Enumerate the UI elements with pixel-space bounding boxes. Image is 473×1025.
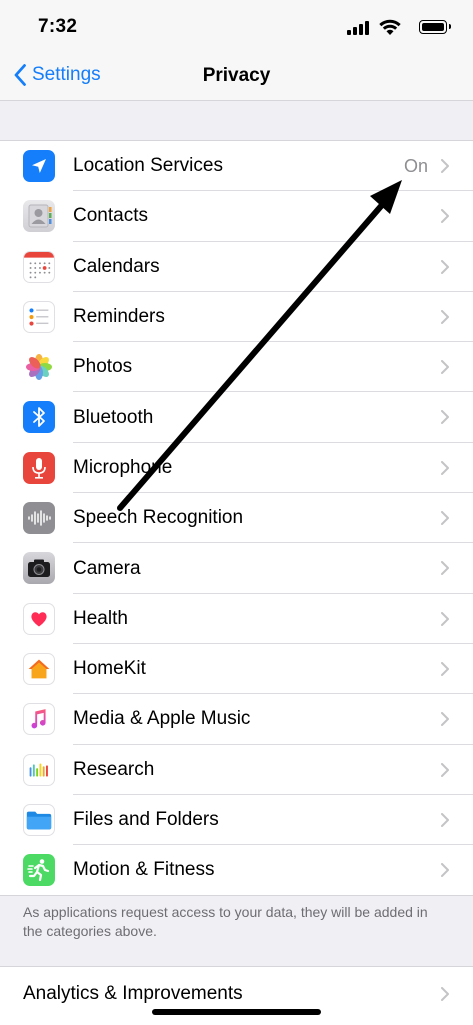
chevron-right-icon (441, 712, 449, 727)
row-location-services[interactable]: Location Services On (0, 141, 473, 192)
status-time: 7:32 (38, 16, 78, 37)
status-bar: 7:32 (0, 0, 473, 56)
row-label: Photos (73, 356, 133, 378)
chevron-right-icon (441, 762, 449, 777)
privacy-list: Location Services On Contacts Calendars … (0, 140, 473, 897)
chevron-right-icon (441, 987, 449, 1001)
wifi-icon (379, 19, 401, 35)
contacts-icon (23, 200, 55, 233)
row-label: Location Services (73, 155, 223, 177)
row-analytics-improvements[interactable]: Analytics & Improvements (0, 966, 473, 1025)
running-figure-icon (23, 854, 55, 887)
microphone-icon (23, 451, 55, 484)
row-homekit[interactable]: HomeKit (0, 644, 473, 695)
status-icons (341, 18, 451, 38)
row-bluetooth[interactable]: Bluetooth (0, 392, 473, 443)
row-label: Bluetooth (73, 406, 154, 428)
cellular-signal-icon (347, 21, 371, 35)
row-photos[interactable]: Photos (0, 342, 473, 393)
row-research[interactable]: Research (0, 745, 473, 795)
reminders-icon (23, 300, 55, 333)
research-icon (23, 753, 55, 786)
row-label: Microphone (73, 456, 173, 478)
row-label: Reminders (73, 306, 165, 328)
folder-icon (23, 803, 55, 836)
location-arrow-icon (23, 150, 55, 182)
row-speech-recognition[interactable]: Speech Recognition (0, 493, 473, 544)
row-microphone[interactable]: Microphone (0, 443, 473, 494)
chevron-right-icon (441, 209, 449, 224)
chevron-right-icon (441, 812, 449, 827)
chevron-right-icon (441, 360, 449, 375)
chevron-right-icon (441, 259, 449, 274)
row-label: Analytics & Improvements (23, 983, 243, 1004)
row-label: Calendars (73, 255, 160, 277)
chevron-right-icon (441, 460, 449, 475)
row-camera[interactable]: Camera (0, 543, 473, 594)
chevron-right-icon (441, 863, 449, 878)
home-indicator[interactable] (152, 1009, 321, 1015)
heart-icon (23, 602, 55, 635)
row-health[interactable]: Health (0, 594, 473, 644)
row-label: Files and Folders (73, 809, 219, 830)
row-label: Media & Apple Music (73, 708, 251, 730)
row-label: Health (73, 607, 128, 629)
row-reminders[interactable]: Reminders (0, 292, 473, 343)
section-footer-note: As applications request access to your d… (23, 904, 428, 939)
chevron-right-icon (441, 611, 449, 626)
photos-icon (23, 351, 55, 384)
chevron-right-icon (441, 410, 449, 425)
row-label: Speech Recognition (73, 507, 244, 529)
row-label: Research (73, 758, 155, 780)
home-icon (23, 652, 55, 685)
page-title: Privacy (202, 65, 271, 86)
row-calendars[interactable]: Calendars (0, 242, 473, 292)
row-label: HomeKit (73, 658, 146, 680)
row-label: Motion & Fitness (73, 859, 215, 881)
row-motion-fitness[interactable]: Motion & Fitness (0, 845, 473, 895)
row-detail-value: On (403, 155, 428, 176)
speech-waveform-icon (23, 502, 55, 535)
row-media-apple-music[interactable]: Media & Apple Music (0, 694, 473, 745)
navigation-bar: Settings Privacy (0, 56, 473, 101)
camera-icon (23, 552, 55, 585)
chevron-right-icon (441, 661, 449, 676)
row-label: Contacts (73, 205, 148, 227)
music-note-icon (23, 703, 55, 736)
row-contacts[interactable]: Contacts (0, 191, 473, 242)
chevron-right-icon (441, 511, 449, 526)
chevron-right-icon (441, 309, 449, 324)
battery-icon (419, 20, 451, 34)
chevron-right-icon (441, 159, 449, 173)
bluetooth-icon (23, 401, 55, 434)
calendar-icon (23, 250, 55, 283)
row-label: Camera (73, 557, 141, 579)
chevron-right-icon (441, 561, 449, 576)
row-files-and-folders[interactable]: Files and Folders (0, 795, 473, 846)
